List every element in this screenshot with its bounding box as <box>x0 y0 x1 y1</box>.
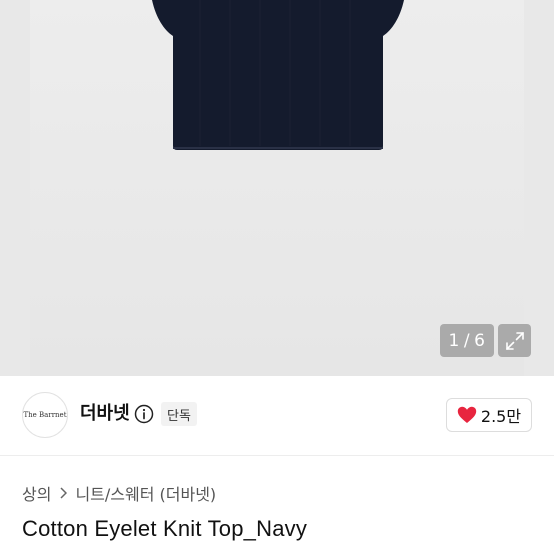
breadcrumb-category[interactable]: 상의 <box>22 481 51 505</box>
store-info-bar: The Barrnet 더바넷 단독 2.5만 <box>0 376 554 456</box>
expand-icon <box>505 331 524 350</box>
store-logo-text: The Barrnet <box>23 411 67 419</box>
total-image-count: 6 <box>474 330 486 351</box>
breadcrumb: 상의 니트/스웨터 (더바넷) <box>22 481 216 505</box>
like-count: 2.5만 <box>480 407 522 426</box>
store-name[interactable]: 더바넷 <box>80 402 130 426</box>
product-title: Cotton Eyelet Knit Top_Navy <box>22 516 308 541</box>
chevron-right-icon <box>59 487 68 499</box>
navy-knit-top-image <box>152 0 404 150</box>
heart-icon <box>457 406 477 423</box>
info-icon[interactable] <box>134 404 154 424</box>
store-logo[interactable]: The Barrnet <box>22 392 68 438</box>
product-photo <box>30 0 524 376</box>
product-image-gallery[interactable]: 1 / 6 <box>0 0 554 376</box>
breadcrumb-subcategory[interactable]: 니트/스웨터 (더바넷) <box>75 481 216 505</box>
like-button[interactable]: 2.5만 <box>446 398 532 432</box>
exclusive-badge: 단독 <box>161 402 197 426</box>
fullscreen-button[interactable] <box>498 324 531 357</box>
counter-separator: / <box>463 330 471 351</box>
current-image-number: 1 <box>448 330 460 351</box>
image-counter: 1 / 6 <box>440 324 494 357</box>
